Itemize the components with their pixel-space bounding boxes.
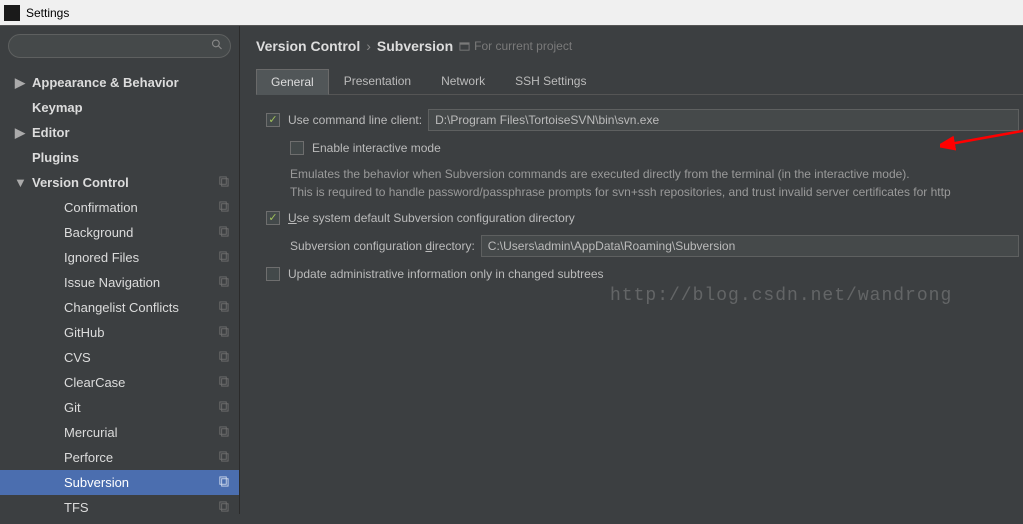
sidebar-item-confirmation[interactable]: Confirmation (0, 195, 239, 220)
sidebar-item-label: Confirmation (64, 200, 138, 215)
tab-general[interactable]: General (256, 69, 329, 95)
project-scope-icon (218, 426, 229, 440)
sidebar-item-label: Background (64, 225, 133, 240)
use-cmdline-checkbox[interactable] (266, 113, 280, 127)
sidebar-item-label: Subversion (64, 475, 129, 490)
search-input[interactable] (8, 34, 231, 58)
sidebar-item-ignored-files[interactable]: Ignored Files (0, 245, 239, 270)
sidebar-item-changelist-conflicts[interactable]: Changelist Conflicts (0, 295, 239, 320)
sidebar: ▶ Appearance & Behavior Keymap ▶ Editor Plugi… (0, 26, 240, 514)
breadcrumb-sep: › (366, 38, 371, 54)
sidebar-item-subversion[interactable]: Subversion (0, 470, 239, 495)
interactive-description: Emulates the behavior when Subversion co… (290, 165, 1019, 201)
project-scope-icon (218, 176, 229, 190)
chevron-down-icon: ▼ (14, 175, 26, 190)
breadcrumb-hint: For current project (459, 39, 572, 53)
tab-network[interactable]: Network (426, 68, 500, 94)
sidebar-item-label: Changelist Conflicts (64, 300, 179, 315)
sidebar-item-cvs[interactable]: CVS (0, 345, 239, 370)
tab-ssh-settings[interactable]: SSH Settings (500, 68, 601, 94)
project-scope-icon (218, 376, 229, 390)
sidebar-item-mercurial[interactable]: Mercurial (0, 420, 239, 445)
breadcrumb-part: Subversion (377, 38, 453, 54)
sidebar-item-background[interactable]: Background (0, 220, 239, 245)
sidebar-item-label: Plugins (32, 150, 79, 165)
project-scope-icon (218, 301, 229, 315)
use-cmdline-label: Use command line client: (288, 113, 422, 127)
breadcrumb: Version Control › Subversion For current… (256, 38, 1023, 54)
project-scope-icon (218, 351, 229, 365)
sidebar-item-label: TFS (64, 500, 89, 515)
use-system-default-checkbox[interactable] (266, 211, 280, 225)
project-scope-icon (218, 451, 229, 465)
sidebar-item-label: Git (64, 400, 81, 415)
use-system-default-label: Use system default Subversion configurat… (288, 211, 575, 225)
sidebar-item-label: Ignored Files (64, 250, 139, 265)
app-icon (4, 5, 20, 21)
sidebar-item-clearcase[interactable]: ClearCase (0, 370, 239, 395)
sidebar-item-perforce[interactable]: Perforce (0, 445, 239, 470)
cmdline-path-input[interactable] (428, 109, 1019, 131)
sidebar-item-tfs[interactable]: TFS (0, 495, 239, 520)
content-panel: Version Control › Subversion For current… (240, 26, 1023, 514)
project-scope-icon (218, 276, 229, 290)
chevron-right-icon: ▶ (14, 75, 26, 91)
title-bar: Settings (0, 0, 1023, 26)
sidebar-item-keymap[interactable]: Keymap (0, 95, 239, 120)
general-panel: Use command line client: Enable interact… (256, 95, 1023, 295)
sidebar-item-label: Perforce (64, 450, 113, 465)
sidebar-item-git[interactable]: Git (0, 395, 239, 420)
settings-tree: ▶ Appearance & Behavior Keymap ▶ Editor Plugi… (0, 66, 239, 524)
sidebar-item-label: Appearance & Behavior (32, 75, 179, 90)
config-dir-input[interactable] (481, 235, 1019, 257)
tab-presentation[interactable]: Presentation (329, 68, 426, 94)
sidebar-item-appearance-behavior[interactable]: ▶ Appearance & Behavior (0, 70, 239, 95)
sidebar-item-label: Issue Navigation (64, 275, 160, 290)
project-icon (459, 41, 470, 52)
sidebar-item-label: ClearCase (64, 375, 125, 390)
sidebar-item-label: Keymap (32, 100, 83, 115)
project-scope-icon (218, 476, 229, 490)
enable-interactive-checkbox[interactable] (290, 141, 304, 155)
sidebar-item-issue-navigation[interactable]: Issue Navigation (0, 270, 239, 295)
config-dir-label: Subversion configuration directory: (290, 239, 475, 253)
sidebar-item-github[interactable]: GitHub (0, 320, 239, 345)
breadcrumb-part: Version Control (256, 38, 360, 54)
project-scope-icon (218, 501, 229, 515)
update-admin-label: Update administrative information only i… (288, 267, 604, 281)
enable-interactive-label: Enable interactive mode (312, 141, 441, 155)
project-scope-icon (218, 251, 229, 265)
sidebar-item-label: GitHub (64, 325, 104, 340)
sidebar-item-label: Mercurial (64, 425, 117, 440)
project-scope-icon (218, 201, 229, 215)
project-scope-icon (218, 326, 229, 340)
chevron-right-icon: ▶ (14, 125, 26, 141)
sidebar-item-plugins[interactable]: Plugins (0, 145, 239, 170)
sidebar-item-label: Editor (32, 125, 70, 140)
tabs: GeneralPresentationNetworkSSH Settings (256, 68, 1023, 95)
sidebar-item-editor[interactable]: ▶ Editor (0, 120, 239, 145)
update-admin-checkbox[interactable] (266, 267, 280, 281)
sidebar-item-label: CVS (64, 350, 91, 365)
window-title: Settings (26, 6, 69, 20)
sidebar-item-version-control[interactable]: ▼ Version Control (0, 170, 239, 195)
project-scope-icon (218, 401, 229, 415)
sidebar-item-label: Version Control (32, 175, 129, 190)
project-scope-icon (218, 226, 229, 240)
